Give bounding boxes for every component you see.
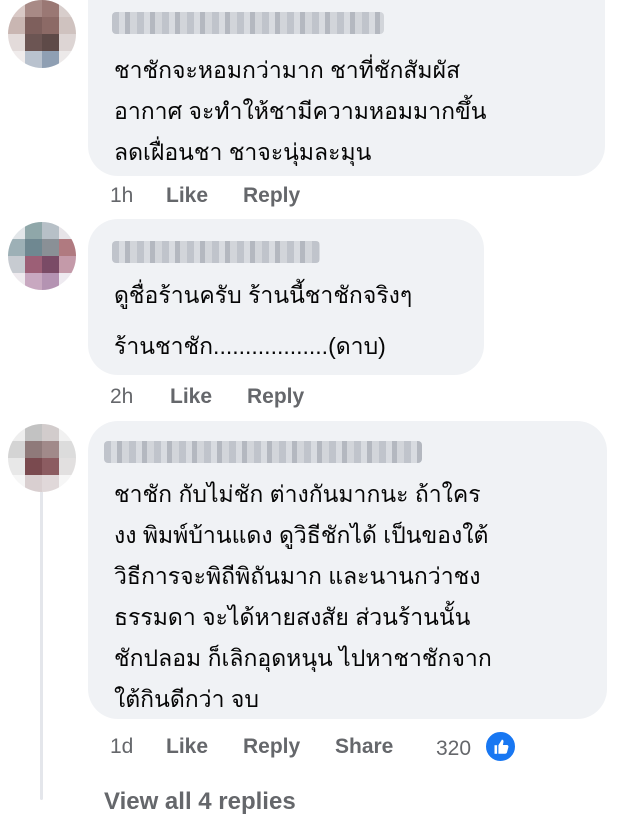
comment-timestamp[interactable]: 1h xyxy=(110,184,133,208)
comment-text-line: ชาชัก กับไม่ชัก ต่างกันมากนะ ถ้าใคร xyxy=(114,481,481,507)
commenter-name[interactable] xyxy=(112,241,320,263)
comment-bubble: ดูชื่อร้านครับ ร้านนี้ชาชักจริงๆ ร้านชาช… xyxy=(88,219,484,375)
like-button[interactable]: Like xyxy=(166,735,208,759)
comment-bubble: ชาชัก กับไม่ชัก ต่างกันมากนะ ถ้าใคร งง พ… xyxy=(88,421,607,719)
comment-text-line: ธรรมดา จะได้หายสงสัย ส่วนร้านนั้น xyxy=(114,604,471,630)
comment-text-line: ชาชักจะหอมกว่ามาก ชาที่ชักสัมผัส xyxy=(114,57,461,83)
thumbs-up-icon[interactable] xyxy=(484,730,517,763)
avatar[interactable] xyxy=(8,222,76,290)
commenter-name[interactable] xyxy=(112,12,384,34)
avatar[interactable] xyxy=(8,0,76,68)
reaction-count[interactable]: 320 xyxy=(436,737,471,761)
comment-text-line: ใต้กินดีกว่า จบ xyxy=(114,686,259,712)
comment-timestamp[interactable]: 1d xyxy=(110,735,133,759)
comment-bubble: ชาชักจะหอมกว่ามาก ชาที่ชักสัมผัส อากาศ จ… xyxy=(88,0,605,176)
reply-button[interactable]: Reply xyxy=(243,184,300,208)
commenter-name[interactable] xyxy=(104,441,422,463)
comment-text-line: งง พิมพ์บ้านแดง ดูวิธีชักได้ เป็นของใต้ xyxy=(114,522,489,548)
comment-text-line: ลดเฝื่อนชา ชาจะนุ่มละมุน xyxy=(114,139,372,165)
comment-text-line: ร้านชาชัก..................(ดาบ) xyxy=(114,333,386,359)
comment-text-line: ดูชื่อร้านครับ ร้านนี้ชาชักจริงๆ xyxy=(114,282,413,308)
like-button[interactable]: Like xyxy=(170,385,212,409)
share-button[interactable]: Share xyxy=(335,735,393,759)
comment-text-line: อากาศ จะทำให้ชามีความหอมมากขึ้น xyxy=(114,98,487,124)
view-replies-link[interactable]: View all 4 replies xyxy=(104,788,296,816)
comment-text-line: วิธีการจะพิถีพิถันมาก และนานกว่าชง xyxy=(114,563,481,589)
comment-timestamp[interactable]: 2h xyxy=(110,385,133,409)
avatar[interactable] xyxy=(8,424,76,492)
like-button[interactable]: Like xyxy=(166,184,208,208)
thumbs-up-glyph xyxy=(494,739,509,754)
reply-button[interactable]: Reply xyxy=(247,385,304,409)
reply-thread-line xyxy=(40,470,43,800)
comment-text-line: ชักปลอม ก็เลิกอุดหนุน ไปหาชาชักจาก xyxy=(114,645,492,671)
reply-button[interactable]: Reply xyxy=(243,735,300,759)
